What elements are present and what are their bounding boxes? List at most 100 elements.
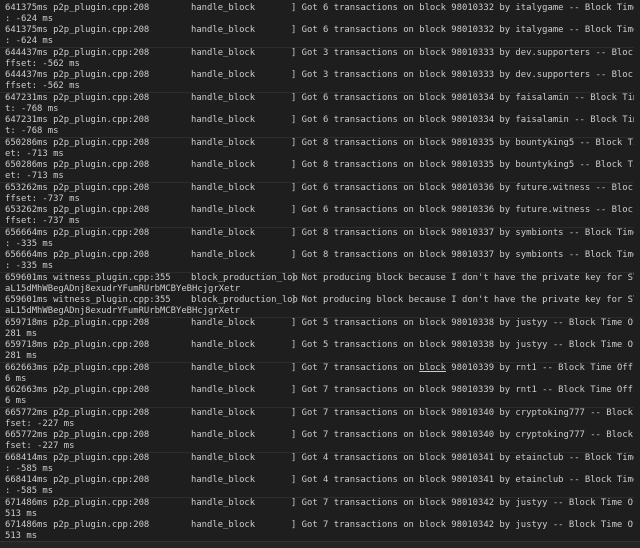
log-message-text: ] Got 6 transactions on block 98010336 b… [291, 183, 634, 193]
log-line: 671486ms p2p_plugin.cpp:208 handle_block]… [0, 520, 634, 531]
log-entry: 653262ms p2p_plugin.cpp:208 handle_block]… [0, 183, 634, 205]
log-entry: 644437ms p2p_plugin.cpp:208 handle_block]… [0, 70, 634, 93]
log-continuation: aL15dMhWBegADnj8exudrYFumRUrbMCBYeBHcjgr… [5, 284, 241, 294]
log-entry: 650286ms p2p_plugin.cpp:208 handle_block]… [0, 160, 634, 183]
log-timestamp: 641375ms p2p_plugin.cpp:208 [5, 25, 150, 35]
log-message-text: ] Got 6 transactions on block 98010334 b… [291, 115, 634, 125]
log-line: 647231ms p2p_plugin.cpp:208 handle_block]… [0, 93, 634, 104]
log-function: handle_block [191, 115, 256, 125]
log-message: ] Got 8 transactions on block 98010337 b… [291, 250, 634, 261]
log-function: handle_block [191, 430, 256, 440]
log-message-text: ] Got 6 transactions on block 98010332 b… [291, 25, 634, 35]
log-timestamp: 650286ms p2p_plugin.cpp:208 [5, 160, 150, 170]
log-timestamp: 659718ms p2p_plugin.cpp:208 [5, 340, 150, 350]
log-timestamp: 656664ms p2p_plugin.cpp:208 [5, 228, 150, 238]
log-line: 650286ms p2p_plugin.cpp:208 handle_block]… [0, 138, 634, 149]
log-message-text: ] Got 8 transactions on block 98010335 b… [291, 160, 634, 170]
log-line: 659718ms p2p_plugin.cpp:208 handle_block]… [0, 318, 634, 329]
log-message: ] Got 8 transactions on block 98010335 b… [291, 160, 634, 171]
log-line: 656664ms p2p_plugin.cpp:208 handle_block]… [0, 250, 634, 261]
log-message: ] Got 8 transactions on block 98010335 b… [291, 138, 634, 149]
log-message-text: ] Got 8 transactions on block 98010337 b… [291, 250, 634, 260]
log-message-text: ] Got 7 transactions on [291, 363, 420, 373]
log-entry: 641375ms p2p_plugin.cpp:208 handle_block]… [0, 25, 634, 48]
vertical-scrollbar[interactable] [634, 0, 640, 542]
log-message: ] Got 7 transactions on block 98010339 b… [291, 363, 634, 374]
log-timestamp: 665772ms p2p_plugin.cpp:208 [5, 408, 150, 418]
log-message-link[interactable]: block [419, 363, 446, 373]
log-continuation: : -624 ms [5, 36, 54, 46]
log-timestamp: 647231ms p2p_plugin.cpp:208 [5, 115, 150, 125]
log-message: ] Got 6 transactions on block 98010334 b… [291, 93, 634, 104]
log-line: 656664ms p2p_plugin.cpp:208 handle_block]… [0, 228, 634, 239]
log-function: handle_block [191, 520, 256, 530]
log-function: handle_block [191, 160, 256, 170]
log-timestamp: 671486ms p2p_plugin.cpp:208 [5, 498, 150, 508]
log-entry: 659601ms witness_plugin.cpp:355 block_pro… [0, 295, 634, 318]
log-message: ] Not producing block because I don't ha… [291, 273, 634, 284]
log-message-text: ] Got 4 transactions on block 98010341 b… [291, 475, 634, 485]
log-function: handle_block [191, 205, 256, 215]
log-function: block_production_loo [191, 295, 298, 305]
log-timestamp: 656664ms p2p_plugin.cpp:208 [5, 250, 150, 260]
log-entry: 665772ms p2p_plugin.cpp:208 handle_block]… [0, 408, 634, 430]
log-function: handle_block [191, 3, 256, 13]
log-message-text: ] Got 6 transactions on block 98010336 b… [291, 205, 634, 215]
log-timestamp: 662663ms p2p_plugin.cpp:208 [5, 385, 150, 395]
log-continuation: ffset: -737 ms [5, 194, 80, 204]
log-continuation: : -585 ms [5, 464, 54, 474]
log-entry: 656664ms p2p_plugin.cpp:208 handle_block]… [0, 228, 634, 250]
log-message-text: ] Got 7 transactions on block 98010339 b… [291, 385, 634, 395]
log-message-text: ] Got 3 transactions on block 98010333 b… [291, 70, 634, 80]
log-entry: 653262ms p2p_plugin.cpp:208 handle_block]… [0, 205, 634, 228]
log-function: handle_block [191, 475, 256, 485]
log-continuation: 6 ms [5, 396, 27, 406]
status-bar [0, 541, 640, 548]
log-timestamp: 653262ms p2p_plugin.cpp:208 [5, 183, 150, 193]
log-timestamp: 644437ms p2p_plugin.cpp:208 [5, 70, 150, 80]
terminal-log[interactable]: 641375ms p2p_plugin.cpp:208 handle_block]… [0, 3, 634, 542]
log-function: handle_block [191, 453, 256, 463]
log-function: handle_block [191, 250, 256, 260]
log-line: 662663ms p2p_plugin.cpp:208 handle_block]… [0, 363, 634, 374]
log-line: 659718ms p2p_plugin.cpp:208 handle_block]… [0, 340, 634, 351]
log-line: 641375ms p2p_plugin.cpp:208 handle_block]… [0, 25, 634, 36]
log-function: block_production_loo [191, 273, 298, 283]
log-entry: 644437ms p2p_plugin.cpp:208 handle_block]… [0, 48, 634, 70]
log-message-text: ] Got 7 transactions on block 98010340 b… [291, 430, 633, 440]
log-timestamp: 641375ms p2p_plugin.cpp:208 [5, 3, 150, 13]
log-message-text: ] Got 6 transactions on block 98010332 b… [291, 3, 634, 13]
log-message-text: ] Got 8 transactions on block 98010337 b… [291, 228, 634, 238]
log-line: 641375ms p2p_plugin.cpp:208 handle_block]… [0, 3, 634, 14]
log-continuation: fset: -227 ms [5, 441, 75, 451]
log-timestamp: 668414ms p2p_plugin.cpp:208 [5, 475, 150, 485]
log-function: handle_block [191, 408, 256, 418]
log-continuation: t: -768 ms [5, 126, 59, 136]
log-line: 653262ms p2p_plugin.cpp:208 handle_block]… [0, 205, 634, 216]
log-entry: 671486ms p2p_plugin.cpp:208 handle_block]… [0, 498, 634, 520]
log-continuation: aL15dMhWBegADnj8exudrYFumRUrbMCBYeBHcjgr… [5, 306, 241, 316]
log-continuation: : -335 ms [5, 239, 54, 249]
log-entry: 656664ms p2p_plugin.cpp:208 handle_block]… [0, 250, 634, 273]
log-function: handle_block [191, 93, 256, 103]
log-timestamp: 662663ms p2p_plugin.cpp:208 [5, 363, 150, 373]
log-line: 650286ms p2p_plugin.cpp:208 handle_block]… [0, 160, 634, 171]
log-function: handle_block [191, 363, 256, 373]
log-continuation: et: -713 ms [5, 171, 64, 181]
log-entry: 647231ms p2p_plugin.cpp:208 handle_block]… [0, 93, 634, 115]
log-message: ] Got 4 transactions on block 98010341 b… [291, 475, 634, 486]
log-message-text: ] Got 3 transactions on block 98010333 b… [291, 48, 634, 58]
log-message: ] Got 6 transactions on block 98010332 b… [291, 25, 634, 36]
log-message-text: 98010339 by rnt1 -- Block Time Offset: -… [451, 363, 634, 373]
log-entry: 662663ms p2p_plugin.cpp:208 handle_block]… [0, 385, 634, 408]
log-continuation: 6 ms [5, 374, 27, 384]
log-line: 671486ms p2p_plugin.cpp:208 handle_block]… [0, 498, 634, 509]
log-message-text: ] Got 7 transactions on block 98010340 b… [291, 408, 633, 418]
log-message-text: ] Not producing block because I don't ha… [291, 295, 634, 305]
log-timestamp: 659718ms p2p_plugin.cpp:208 [5, 318, 150, 328]
log-entry: 665772ms p2p_plugin.cpp:208 handle_block]… [0, 430, 634, 453]
log-message-text: ] Got 5 transactions on block 98010338 b… [291, 318, 634, 328]
log-entry: 671486ms p2p_plugin.cpp:208 handle_block]… [0, 520, 634, 542]
log-message: ] Got 7 transactions on block 98010342 b… [291, 520, 634, 531]
log-line: 665772ms p2p_plugin.cpp:208 handle_block]… [0, 430, 634, 441]
